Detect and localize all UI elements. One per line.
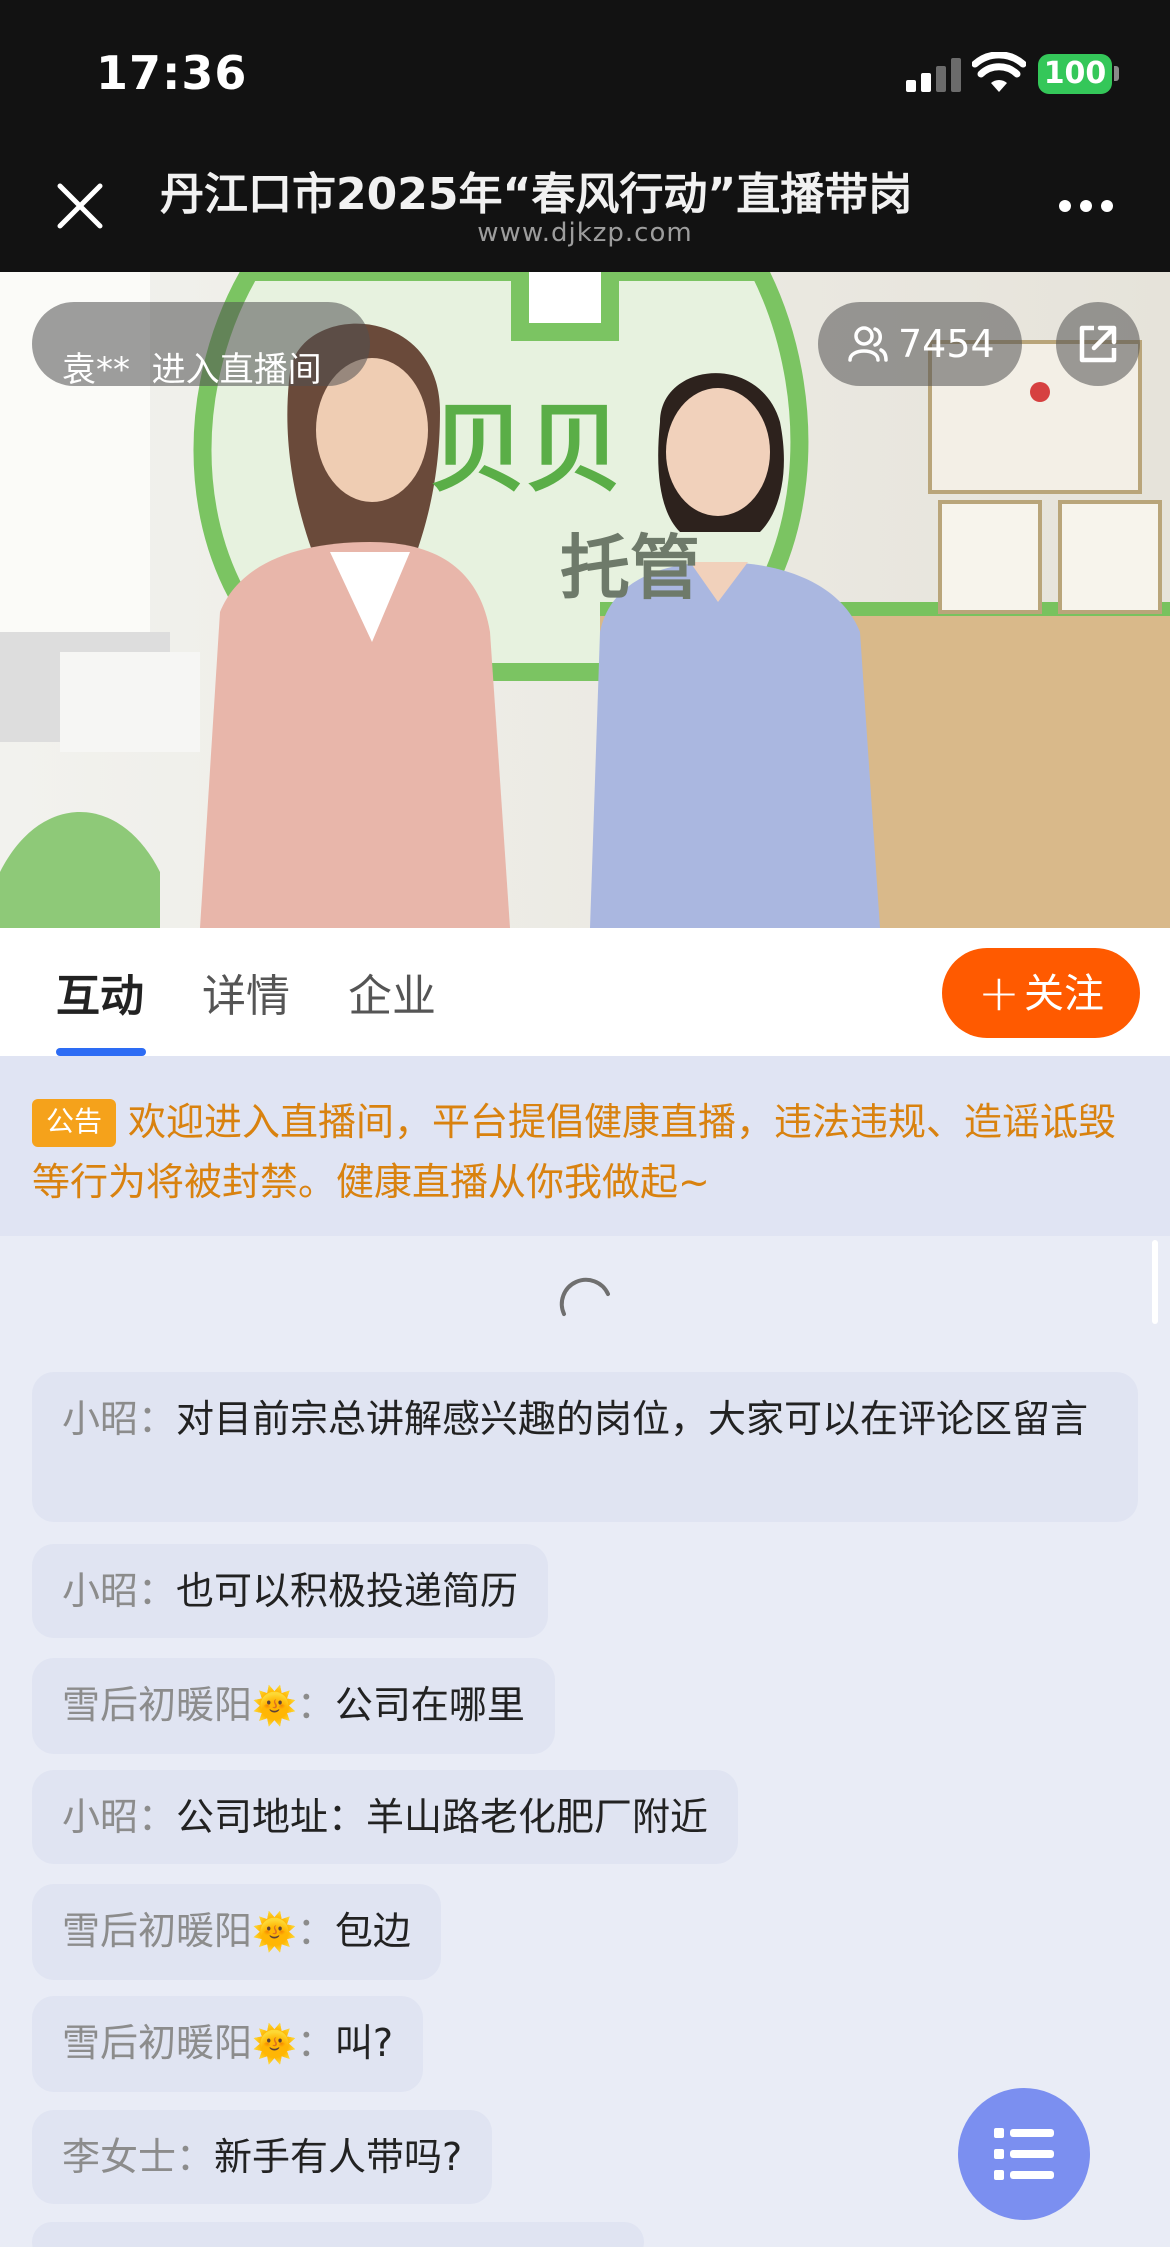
share-icon	[1079, 325, 1117, 363]
message-text: 对目前宗总讲解感兴趣的岗位，大家可以在评论区留言	[176, 1397, 1089, 1441]
battery-indicator: 100	[1038, 54, 1112, 94]
sun-emoji-icon: 🌞	[252, 1686, 297, 1727]
message-text: 公司地址：羊山路老化肥厂附近	[176, 1795, 709, 1839]
viewer-count-pill: 7454	[818, 302, 1022, 386]
tab-details[interactable]: 详情	[202, 960, 290, 1024]
chat-message-partial	[32, 2222, 644, 2247]
message-author: 雪后初暖阳	[62, 1909, 253, 1953]
more-icon[interactable]	[1058, 196, 1114, 216]
message-separator: ：	[296, 1683, 335, 1727]
page-url: www.djkzp.com	[477, 218, 693, 248]
title-fade	[940, 150, 1030, 226]
follow-label: 关注	[1023, 971, 1104, 1017]
tab-interaction[interactable]: 互动	[56, 960, 144, 1024]
message-text: 叫?	[334, 2021, 394, 2065]
message-separator: ：	[296, 2021, 335, 2065]
message-author: 雪后初暖阳	[62, 2021, 253, 2065]
message-author: 李女士：	[62, 2135, 215, 2179]
chat-message: 雪后初暖阳🌞：包边	[32, 1884, 441, 1980]
enter-notice-text: 袁** 进入直播间	[62, 350, 322, 390]
people-icon	[848, 326, 888, 362]
sun-emoji-icon: 🌞	[252, 1912, 297, 1953]
page-title: 丹江口市2025年“春风行动”直播带岗	[160, 169, 913, 218]
announcement-text: 欢迎进入直播间，平台提倡健康直播，违法违规、造谣诋毁等行为将被封禁。健康直播从你…	[32, 1100, 1117, 1204]
svg-text:托管: 托管	[560, 527, 700, 609]
message-separator: ：	[296, 1909, 335, 1953]
chat-message: 小昭：对目前宗总讲解感兴趣的岗位，大家可以在评论区留言	[32, 1372, 1138, 1522]
plus-icon: +	[978, 964, 1020, 1022]
active-tab-indicator	[56, 1048, 146, 1056]
message-text: 包边	[334, 1909, 411, 1953]
top-bar: 17:36 100 丹江口市2025年“春风行动”直播带岗 www.djkzp.…	[0, 0, 1170, 272]
chat-message: 雪后初暖阳🌞：叫?	[32, 1996, 424, 2092]
chat-message: 雪后初暖阳🌞：公司在哪里	[32, 1658, 555, 1754]
message-text: 新手有人带吗?	[214, 2135, 463, 2179]
chat-message: 小昭：公司地址：羊山路老化肥厂附近	[32, 1770, 739, 1864]
scrollbar[interactable]	[1152, 1240, 1158, 1324]
announcement: 公告 欢迎进入直播间，平台提倡健康直播，违法违规、造谣诋毁等行为将被封禁。健康直播…	[0, 1056, 1170, 1236]
status-time: 17:36	[96, 46, 248, 100]
signal-icon	[906, 58, 961, 92]
follow-button[interactable]: + 关注	[942, 948, 1140, 1038]
message-author: 小昭：	[62, 1397, 177, 1441]
viewer-count: 7454	[898, 322, 995, 366]
list-icon	[994, 2128, 1054, 2180]
message-text: 公司在哪里	[334, 1683, 525, 1727]
tab-company[interactable]: 企业	[348, 960, 436, 1024]
loading-spinner-icon	[559, 1277, 610, 1316]
message-author: 小昭：	[62, 1795, 177, 1839]
battery-cap	[1114, 66, 1119, 81]
chat-message: 小昭：也可以积极投递简历	[32, 1544, 549, 1638]
share-button[interactable]	[1056, 302, 1140, 386]
chat-message: 李女士：新手有人带吗?	[32, 2110, 493, 2204]
announcement-badge: 公告	[32, 1099, 117, 1147]
sun-emoji-icon: 🌞	[252, 2024, 297, 2065]
message-author: 小昭：	[62, 1569, 177, 1613]
menu-button[interactable]	[958, 2088, 1090, 2220]
enter-notice: 袁** 进入直播间	[32, 302, 370, 390]
message-author: 雪后初暖阳	[62, 1683, 253, 1727]
message-text: 也可以积极投递简历	[176, 1569, 519, 1613]
svg-text:贝贝: 贝贝	[430, 393, 622, 505]
wifi-icon	[972, 52, 1026, 92]
